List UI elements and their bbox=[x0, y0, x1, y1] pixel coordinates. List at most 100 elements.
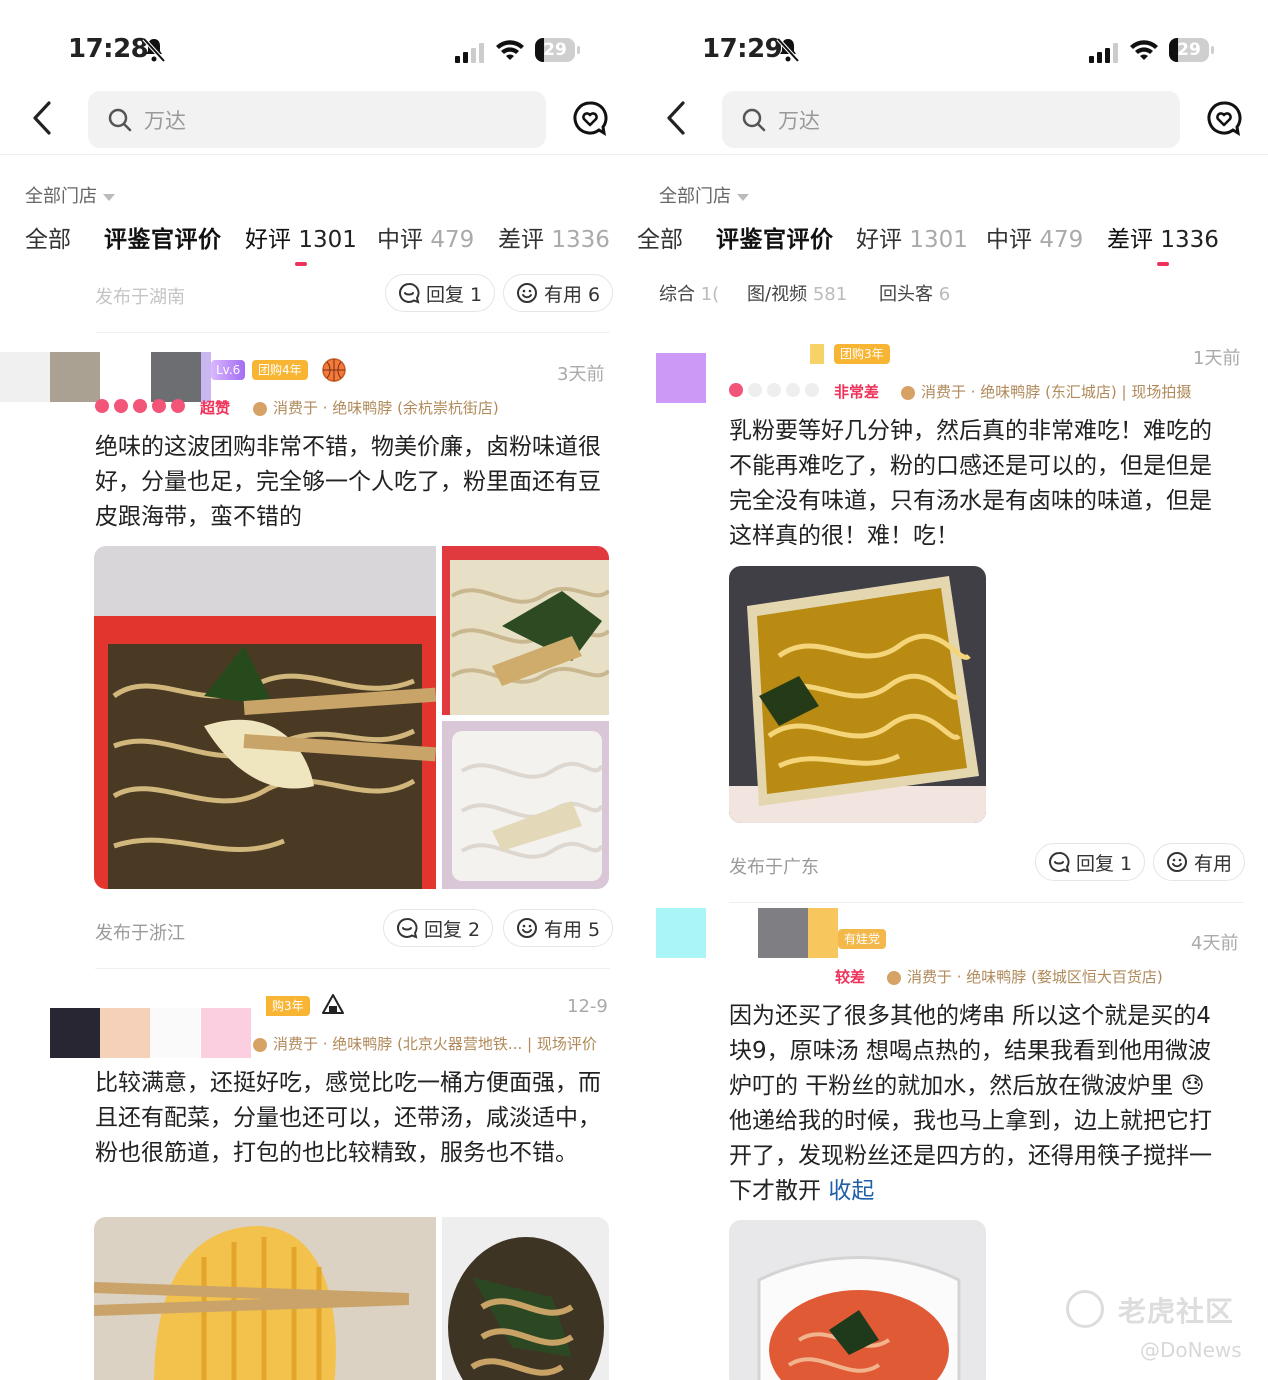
shop-info: 消费于 · 绝味鸭脖 (东汇城店) | 现场拍摄 bbox=[901, 381, 1191, 402]
review-photo[interactable] bbox=[94, 1217, 436, 1380]
tab-negative[interactable]: 差评 1336 bbox=[498, 220, 610, 254]
rating-label: 较差 bbox=[835, 968, 866, 986]
status-bar: 17:28 29 bbox=[0, 34, 634, 70]
battery-icon: 29 bbox=[535, 38, 580, 62]
heart-rating bbox=[729, 383, 819, 397]
review-photo[interactable] bbox=[442, 1217, 609, 1380]
review-text: 绝味的这波团购非常不错，物美价廉，卤粉味道很好，分量也足，完全够一个人吃了，粉里… bbox=[95, 434, 601, 530]
review-photo[interactable] bbox=[442, 721, 609, 889]
review-time: 12-9 bbox=[567, 996, 608, 1017]
review-time: 3天前 bbox=[557, 364, 605, 385]
noodle-bowl-image bbox=[94, 546, 436, 889]
review-separator bbox=[95, 968, 610, 969]
message-heart-icon[interactable] bbox=[572, 100, 608, 136]
wifi-icon bbox=[496, 40, 524, 60]
verified-badge-icon bbox=[901, 385, 915, 400]
subtab-overall[interactable]: 综合 1( bbox=[659, 280, 719, 306]
verified-badge-icon bbox=[887, 970, 901, 985]
avatar-blur-block bbox=[758, 908, 808, 958]
useful-button[interactable]: 有用 bbox=[1153, 843, 1246, 881]
search-icon bbox=[742, 108, 766, 132]
search-icon bbox=[108, 108, 132, 132]
collapse-link[interactable]: 收起 bbox=[828, 1178, 874, 1204]
avatar-blur-block bbox=[808, 908, 838, 958]
review-text: 比较满意，还挺好吃，感觉比吃一桶方便面强，而且还有配菜，分量也还可以，还带汤，咸… bbox=[95, 1070, 601, 1166]
shop-info: 消费于 · 绝味鸭脖 (余杭崇杭街店) bbox=[253, 397, 499, 418]
comment-icon bbox=[1049, 852, 1070, 873]
heart-icon bbox=[152, 399, 166, 413]
review-photo[interactable] bbox=[94, 546, 436, 889]
dropdown-arrow-icon bbox=[737, 193, 749, 201]
noodle-chopsticks-image bbox=[94, 1217, 436, 1380]
heart-icon bbox=[786, 383, 800, 397]
tab-judge-review[interactable]: 评鉴官评价 bbox=[104, 220, 222, 254]
avatar-blur-block bbox=[656, 353, 706, 403]
rating-label: 非常差 bbox=[834, 383, 880, 401]
header-divider bbox=[0, 154, 634, 155]
tab-positive[interactable]: 好评 1301 bbox=[245, 220, 357, 266]
avatar-blur-block bbox=[656, 908, 706, 958]
smile-icon bbox=[517, 283, 537, 303]
message-heart-icon[interactable] bbox=[1206, 100, 1242, 136]
heart-icon bbox=[767, 383, 781, 397]
search-input[interactable]: 万达 bbox=[88, 91, 546, 148]
heart-icon bbox=[805, 383, 819, 397]
avatar-blur-block bbox=[201, 352, 211, 402]
post-location: 发布于广东 bbox=[729, 857, 819, 878]
avatar-blur-block bbox=[100, 1008, 150, 1058]
useful-button[interactable]: 有用 6 bbox=[503, 274, 614, 312]
tab-all[interactable]: 全部 bbox=[637, 220, 683, 254]
heart-icon bbox=[95, 399, 109, 413]
tab-neutral[interactable]: 中评 479 bbox=[377, 220, 474, 254]
review-photo[interactable] bbox=[729, 566, 986, 823]
tab-negative[interactable]: 差评 1336 bbox=[1107, 220, 1219, 266]
heart-icon bbox=[133, 399, 147, 413]
left-screenshot: 17:28 29 万达 全部门店 全部 评鉴官评价 好评 1301 中评 479… bbox=[0, 0, 634, 1380]
reply-button[interactable]: 回复 1 bbox=[1035, 843, 1146, 881]
wifi-icon bbox=[1130, 40, 1158, 60]
clock: 17:29 bbox=[702, 34, 783, 64]
tab-judge-review[interactable]: 评鉴官评价 bbox=[716, 220, 834, 254]
signal-icon bbox=[455, 43, 484, 63]
reply-button[interactable]: 回复 1 bbox=[385, 274, 496, 312]
useful-button[interactable]: 有用 5 bbox=[503, 909, 614, 947]
subtab-returning[interactable]: 回头客 6 bbox=[879, 280, 950, 306]
rice-ball-icon bbox=[322, 994, 344, 1014]
reply-button[interactable]: 回复 2 bbox=[383, 909, 494, 947]
back-arrow-icon[interactable] bbox=[666, 100, 686, 136]
noodle-soup-box-image bbox=[729, 566, 986, 823]
review-photo[interactable] bbox=[442, 546, 609, 715]
dropdown-arrow-icon bbox=[103, 193, 115, 201]
groupbuy-badge: 购3年 bbox=[266, 996, 310, 1016]
subtab-media[interactable]: 图/视频 581 bbox=[747, 280, 847, 306]
groupbuy-badge: 团购3年 bbox=[834, 344, 890, 364]
avatar-blur-block bbox=[50, 352, 100, 402]
noodle-box-image bbox=[442, 546, 609, 715]
search-input[interactable]: 万达 bbox=[722, 91, 1180, 148]
review-photo[interactable] bbox=[729, 1220, 986, 1380]
back-arrow-icon[interactable] bbox=[32, 100, 52, 136]
heart-rating bbox=[95, 399, 185, 413]
review-time: 4天前 bbox=[1191, 933, 1239, 954]
post-location: 发布于湖南 bbox=[95, 287, 185, 308]
avatar-blur-block bbox=[0, 352, 50, 402]
tab-neutral[interactable]: 中评 479 bbox=[986, 220, 1083, 254]
status-bar: 17:29 29 bbox=[634, 34, 1268, 70]
shop-info: 消费于 · 绝味鸭脖 (北京火器营地铁... | 现场评价 bbox=[253, 1033, 597, 1054]
watermark-brand: 老虎社区 bbox=[1066, 1290, 1234, 1330]
right-screenshot: 17:29 29 万达 全部门店 全部 评鉴官评价 好评 1301 中评 479… bbox=[634, 0, 1268, 1380]
search-placeholder: 万达 bbox=[144, 109, 186, 133]
clock: 17:28 bbox=[68, 34, 149, 64]
store-filter[interactable]: 全部门店 bbox=[25, 182, 115, 208]
store-filter[interactable]: 全部门店 bbox=[659, 182, 749, 208]
smile-icon bbox=[517, 918, 537, 938]
shop-info: 消费于 · 绝味鸭脖 (婺城区恒大百货店) bbox=[887, 966, 1163, 987]
review-time: 1天前 bbox=[1193, 348, 1241, 369]
comment-icon bbox=[399, 283, 420, 304]
active-tab-indicator bbox=[294, 262, 307, 266]
tab-all[interactable]: 全部 bbox=[25, 220, 71, 254]
tab-positive[interactable]: 好评 1301 bbox=[856, 220, 968, 254]
review-text: 乳粉要等好几分钟，然后真的非常难吃！难吃的不能再难吃了，粉的口感还是可以的，但是… bbox=[729, 418, 1212, 549]
avatar-blur-block bbox=[810, 344, 824, 364]
avatar-blur-block bbox=[150, 1008, 200, 1058]
